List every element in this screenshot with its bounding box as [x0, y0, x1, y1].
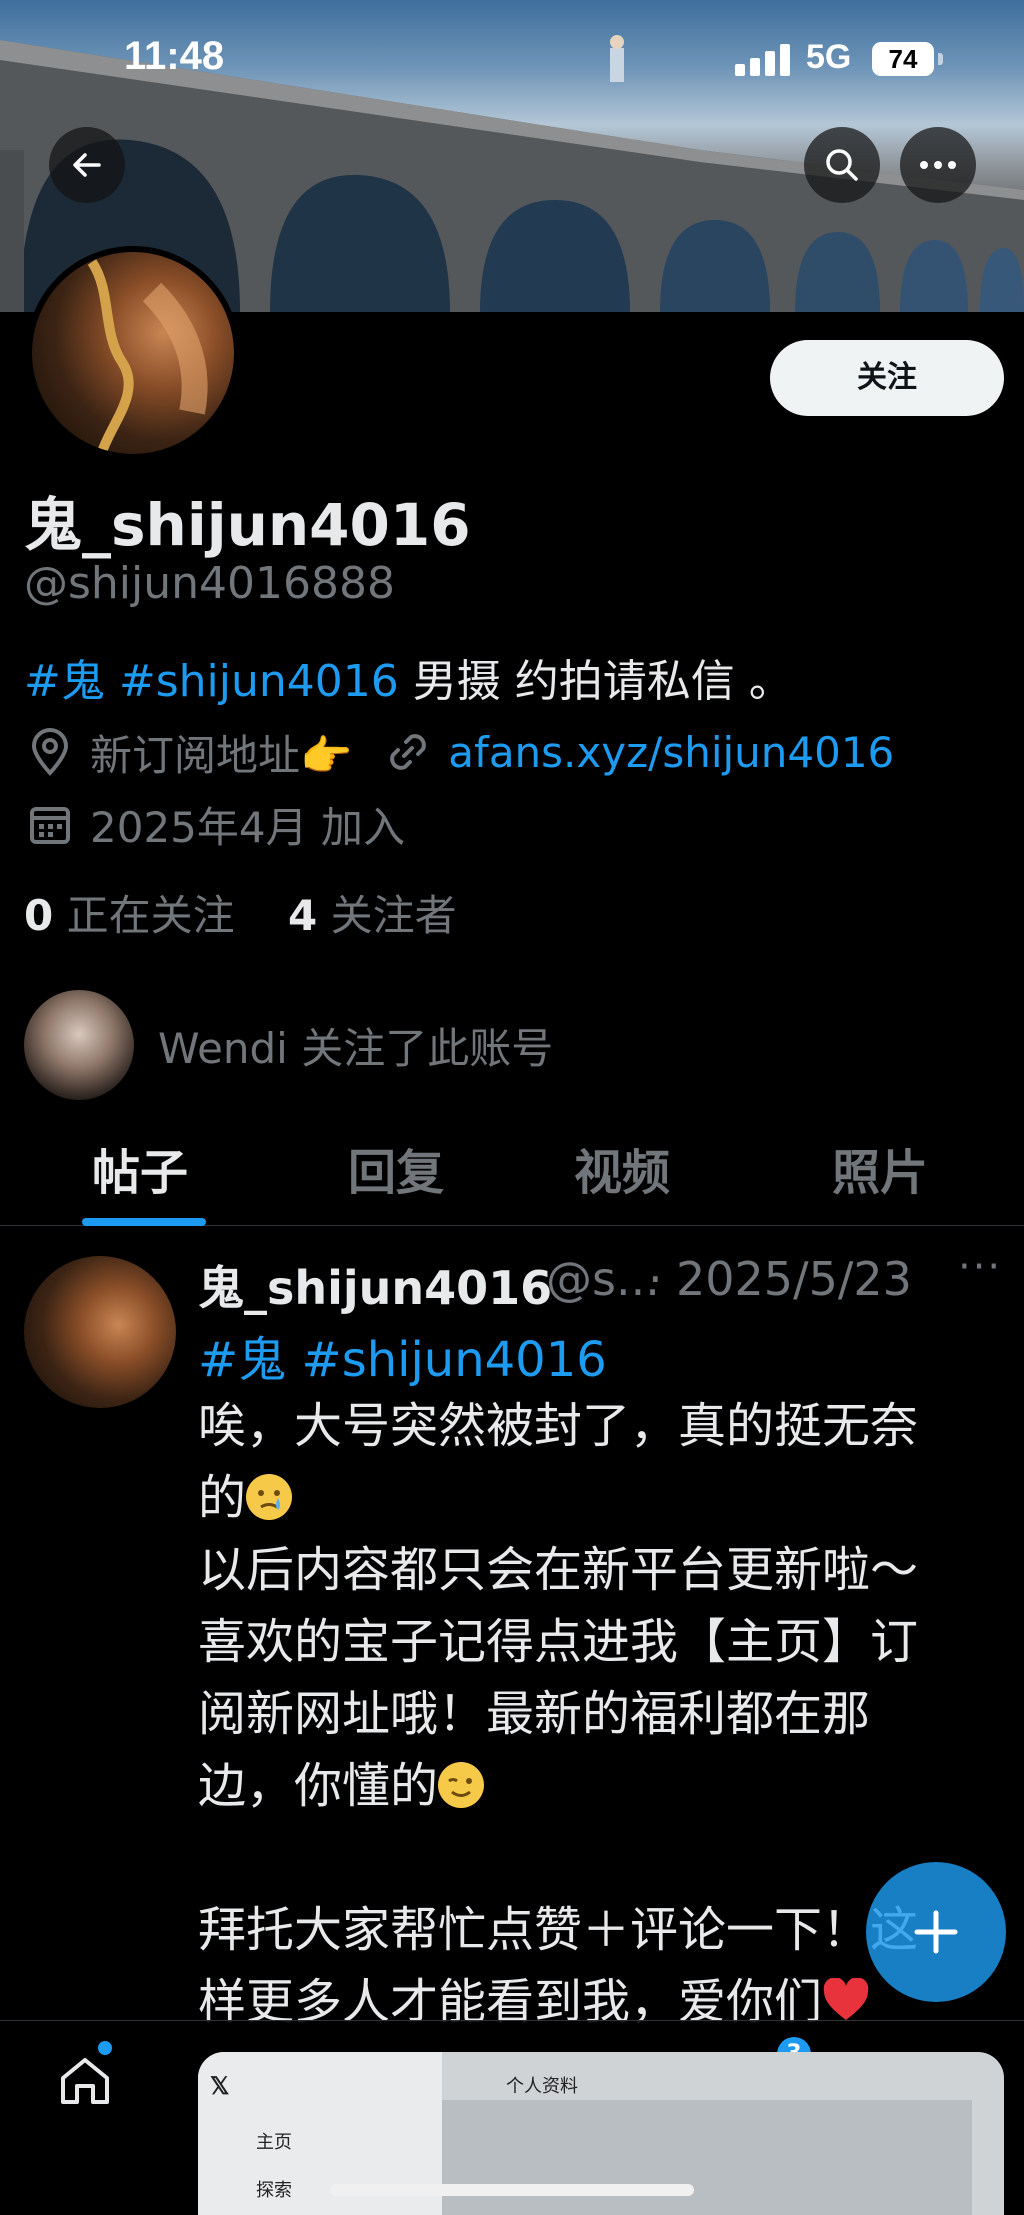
battery-nub [938, 53, 943, 65]
post-line: 唉，大号突然被封了，真的挺无奈 [198, 1398, 919, 1454]
bio-text: 男摄 约拍请私信 。 [398, 656, 793, 707]
following-link[interactable]: 0 正在关注 [24, 891, 235, 940]
arrow-left-icon [73, 153, 101, 177]
profile-avatar[interactable] [26, 246, 240, 460]
profile-meta-location-row: 新订阅地址👉 afans.xyz/shijun4016 [24, 722, 894, 782]
post-author-name[interactable]: 鬼_shijun4016 [198, 1252, 552, 1318]
followers-count: 4 [288, 891, 318, 940]
search-button[interactable] [804, 127, 880, 203]
bio-hashtags[interactable]: #鬼 #shijun4016 [24, 656, 399, 707]
profile-website-link[interactable]: afans.xyz/shijun4016 [448, 728, 894, 777]
mutual-follow-text: Wendi 关注了此账号 [158, 1023, 554, 1073]
network-type: 5G [806, 38, 852, 76]
post-line: 阅新网址哦！最新的福利都在那 [198, 1686, 871, 1742]
following-label: 正在关注 [66, 891, 235, 940]
profile-handle: @shijun4016888 [24, 558, 395, 609]
back-button[interactable] [49, 127, 125, 203]
profile-meta-joined-row: 2025年4月 加入 [24, 794, 405, 854]
follow-counts: 0 正在关注 4 关注者 [24, 882, 457, 943]
post-line: 边，你懂的 [198, 1750, 998, 1822]
link-icon [382, 726, 434, 778]
profile-joined-date: 2025年4月 加入 [90, 802, 405, 852]
profile-display-name: 鬼_shijun4016 [24, 491, 471, 559]
profile-bio: #鬼 #shijun4016 男摄 约拍请私信 。 [24, 645, 793, 709]
profile-tabs: 帖子 回复 视频 照片 [0, 1130, 1024, 1226]
profile-location: 新订阅地址👉 [90, 730, 353, 780]
post-separator: · [648, 1252, 663, 1306]
post-line: 以后内容都只会在新平台更新啦～ [198, 1542, 919, 1598]
post-author-avatar[interactable] [24, 1256, 176, 1408]
plus-icon [914, 1910, 958, 1954]
more-options-button[interactable] [900, 127, 976, 203]
nav-home[interactable] [50, 2045, 120, 2115]
calendar-icon [24, 798, 76, 850]
tab-replies[interactable]: 回复 [348, 1130, 444, 1226]
active-tab-indicator [82, 1218, 206, 1226]
post-line [198, 1822, 998, 1894]
post-author-handle: @s... [546, 1252, 660, 1306]
post-line: 喜欢的宝子记得点进我【主页】订 [198, 1614, 919, 1670]
compose-post-button[interactable] [866, 1862, 1006, 2002]
status-bar: 11:48 5G 74 [0, 0, 1024, 120]
home-icon [61, 2058, 109, 2104]
winking-face-emoji-icon [438, 1762, 485, 1808]
x-logo-icon: 𝕏 [210, 2073, 230, 2100]
preview-menu-home: 主页 [256, 2132, 292, 2152]
follow-button[interactable]: 关注 [770, 340, 1004, 416]
tab-posts[interactable]: 帖子 [92, 1130, 188, 1226]
post-header: 鬼_shijun4016 @s... · 2025/5/23 ··· [198, 1244, 1008, 1318]
post-date: 2025/5/23 [676, 1252, 912, 1306]
followers-label: 关注者 [330, 891, 457, 940]
status-time: 11:48 [124, 34, 225, 78]
post-more-button[interactable]: ··· [958, 1244, 1002, 1290]
avatar-image [87, 259, 208, 454]
preview-main [442, 2100, 972, 2215]
signal-icon [735, 44, 793, 76]
home-badge-dot [98, 2041, 112, 2055]
more-icon [920, 161, 956, 169]
mutual-follower-avatar [24, 990, 134, 1100]
tab-photos[interactable]: 照片 [832, 1130, 928, 1226]
tab-videos[interactable]: 视频 [574, 1130, 670, 1226]
followers-link[interactable]: 4 关注者 [288, 891, 457, 940]
post-line: 的 [198, 1462, 998, 1534]
red-heart-emoji-icon [823, 1978, 869, 2020]
following-count: 0 [24, 891, 54, 940]
location-pin-icon [24, 726, 76, 778]
battery-icon: 74 [872, 42, 934, 76]
mutual-follow-row[interactable]: Wendi 关注了此账号 [24, 990, 553, 1100]
crying-face-emoji-icon [246, 1474, 293, 1520]
home-indicator [330, 2184, 694, 2196]
preview-menu-explore: 探索 [256, 2180, 292, 2200]
post-hashtags[interactable]: #鬼 #shijun4016 [198, 1320, 607, 1390]
search-icon [826, 149, 858, 181]
preview-title: 个人资料 [506, 2076, 578, 2096]
